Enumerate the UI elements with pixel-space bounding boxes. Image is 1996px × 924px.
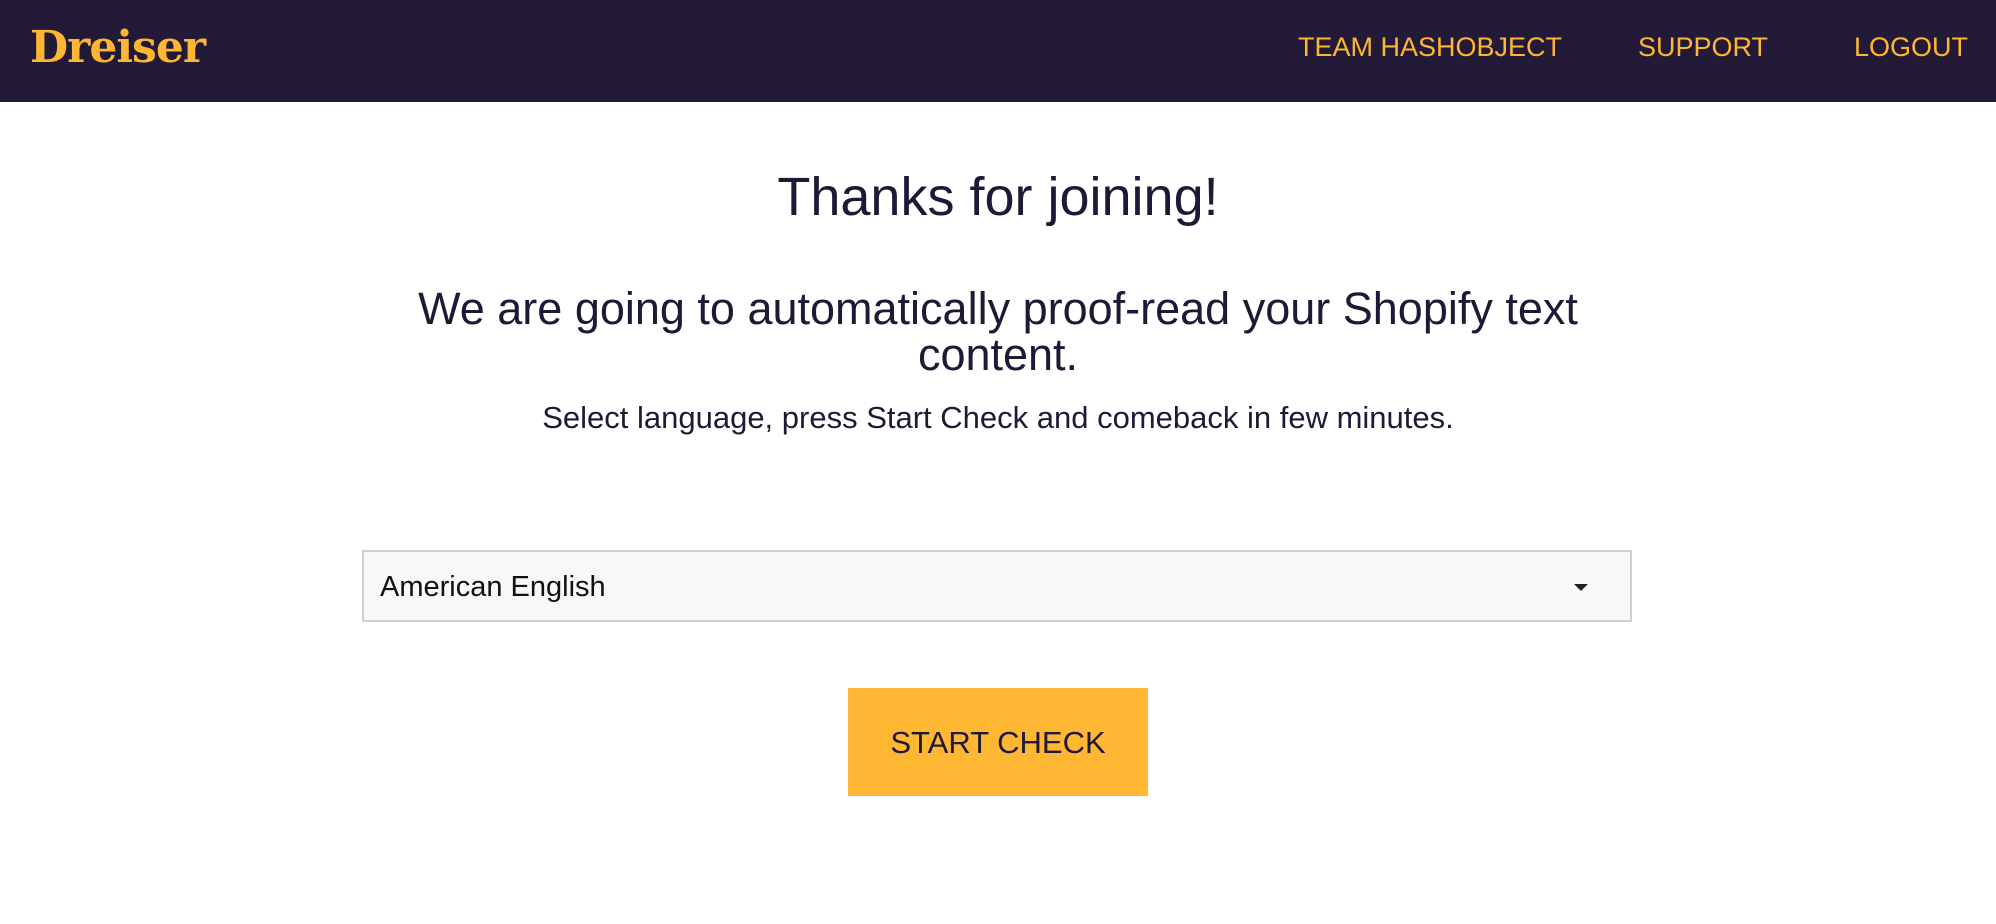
nav-logout[interactable]: LOGOUT xyxy=(1854,32,1968,63)
start-check-button[interactable]: START CHECK xyxy=(848,688,1148,796)
instruction-text: Select language, press Start Check and c… xyxy=(542,400,1454,435)
nav-team-hashobject[interactable]: TEAM HASHOBJECT xyxy=(1298,32,1562,63)
logo-dreiser[interactable]: Dreiser xyxy=(30,22,206,73)
nav-support[interactable]: SUPPORT xyxy=(1638,32,1768,63)
caret-down-icon xyxy=(1574,584,1588,591)
page-subtitle: We are going to automatically proof-read… xyxy=(418,283,1578,380)
page-title: Thanks for joining! xyxy=(777,167,1219,227)
language-select-value: American English xyxy=(380,571,606,603)
language-select[interactable]: American English xyxy=(362,550,1632,622)
top-navigation-bar: Dreiser TEAM HASHOBJECT SUPPORT LOGOUT xyxy=(0,0,1996,102)
